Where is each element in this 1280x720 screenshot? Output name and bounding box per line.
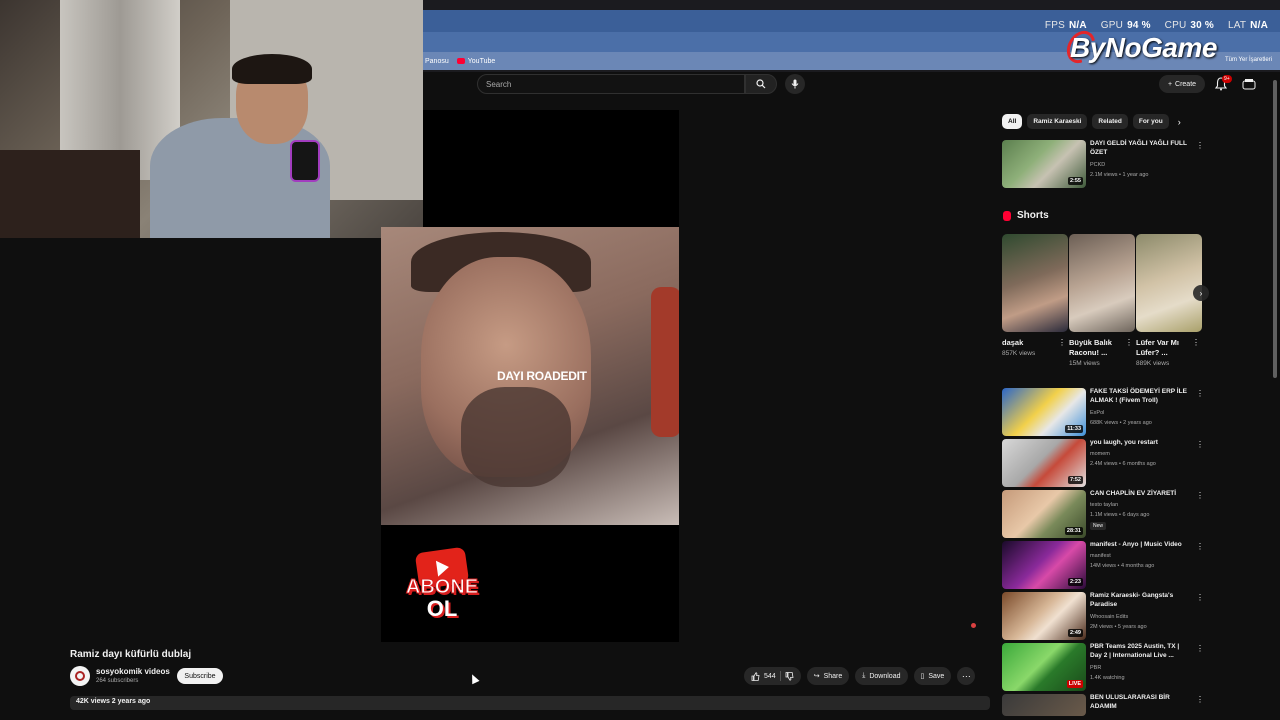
more-actions-icon[interactable]: ⋯ — [957, 667, 976, 685]
channel-logo-icon — [75, 671, 85, 681]
list-item[interactable]: BEN ULUSLARARASI BİR ADAMIM ⋮ — [1002, 694, 1204, 716]
create-button[interactable]: + Create — [1159, 75, 1205, 93]
video-player-top[interactable] — [423, 110, 679, 227]
share-button[interactable]: ↪ Share — [806, 667, 850, 685]
filter-chips: All Ramiz Karaeski Related For you › — [1002, 114, 1181, 129]
more-options-icon[interactable]: ⋮ — [1196, 542, 1204, 551]
video-thumbnail[interactable]: 2:23 — [1002, 541, 1086, 589]
shorts-icon — [1003, 210, 1011, 221]
description-box[interactable]: 42K views 2 years ago — [70, 696, 990, 710]
video-thumbnail[interactable]: 2:49 — [1002, 592, 1086, 640]
list-item[interactable]: 2:55 DAYI GELDİ YAĞLI YAĞLI FULL ÖZET PC… — [1002, 140, 1204, 188]
list-item[interactable]: LIVE PBR Teams 2025 Austin, TX | Day 2 |… — [1002, 643, 1204, 691]
chevron-right-icon[interactable]: › — [1193, 285, 1209, 301]
chip-ramiz-karaeski[interactable]: Ramiz Karaeski — [1027, 114, 1088, 129]
video-thumbnail[interactable]: 28:31 — [1002, 490, 1086, 538]
plus-icon: + — [1167, 80, 1173, 88]
save-button[interactable]: ▯ Save — [913, 667, 952, 685]
performance-overlay: FPS N/A GPU 94 % CPU 30 % LAT N/A — [1045, 20, 1268, 31]
bookmark-youtube[interactable]: YouTube — [456, 58, 495, 65]
video-player[interactable]: DAYI ROADEDIT — [381, 227, 679, 525]
short-thumbnail[interactable] — [1069, 234, 1135, 332]
video-watermark: DAYI ROADEDIT — [497, 369, 587, 383]
like-button[interactable]: 544 — [751, 671, 776, 681]
gpu-readout: GPU 94 % — [1100, 20, 1151, 31]
subscriber-count: 264 subscribers — [96, 678, 139, 684]
lat-readout: LAT N/A — [1227, 20, 1268, 31]
notification-badge: 9+ — [1222, 75, 1232, 83]
list-item[interactable]: 2:23 manifest - Anyo | Music Video manif… — [1002, 541, 1204, 589]
new-badge: New — [1090, 522, 1107, 530]
more-options-icon[interactable]: ⋮ — [1196, 644, 1204, 653]
chip-for-you[interactable]: For you — [1132, 114, 1169, 129]
short-item[interactable]: daşak 857K views ⋮ — [1002, 234, 1068, 357]
mouse-cursor-icon — [468, 672, 480, 685]
list-item[interactable]: 28:31 CAN CHAPLİN EV ZİYARETİ testo tayl… — [1002, 490, 1204, 538]
microphone — [290, 140, 320, 182]
video-thumbnail[interactable]: 2:55 — [1002, 140, 1086, 188]
video-thumbnail[interactable]: 11:33 — [1002, 388, 1086, 436]
video-thumbnail[interactable]: LIVE — [1002, 643, 1086, 691]
more-options-icon[interactable]: ⋮ — [1196, 491, 1204, 500]
all-bookmarks[interactable]: Tüm Yer İşaretleri — [1225, 57, 1272, 63]
list-item[interactable]: 2:49 Ramiz Karaeski- Gangsta's Paradise … — [1002, 592, 1204, 640]
webcam-feed — [0, 0, 423, 238]
video-actions: 544 ↪ Share ⤓ Download ▯ Save ⋯ — [744, 667, 976, 685]
short-item[interactable]: Lüfer Var Mı Lüfer? ... 889K views ⋮ — [1136, 234, 1202, 367]
youtube-icon — [456, 58, 465, 64]
fps-readout: FPS N/A — [1044, 20, 1087, 31]
bookmark-item[interactable]: Panosu — [425, 58, 449, 65]
search-icon — [756, 79, 766, 89]
video-title: Ramiz dayı küfürlü dublaj — [70, 649, 192, 660]
short-item[interactable]: Büyük Balık Raconu! ... 15M views ⋮ — [1069, 234, 1135, 367]
more-options-icon[interactable]: ⋮ — [1125, 338, 1133, 347]
video-frame-background — [651, 287, 679, 437]
search-button[interactable] — [745, 74, 777, 94]
page-scrollbar[interactable] — [1273, 80, 1277, 378]
search-input[interactable]: Search — [477, 74, 745, 94]
video-thumbnail[interactable]: 7:52 — [1002, 439, 1086, 487]
thumbs-up-icon — [751, 671, 760, 681]
more-options-icon[interactable]: ⋮ — [1058, 338, 1066, 347]
more-options-icon[interactable]: ⋮ — [1192, 338, 1200, 347]
more-options-icon[interactable]: ⋮ — [1196, 141, 1204, 150]
share-icon: ↪ — [813, 673, 820, 680]
subscribe-sticker: ABONE OL — [405, 546, 479, 626]
avatar-icon[interactable] — [1242, 78, 1256, 90]
channel-avatar[interactable] — [70, 666, 90, 686]
chip-related[interactable]: Related — [1092, 114, 1128, 129]
download-button[interactable]: ⤓ Download — [855, 667, 908, 685]
list-item[interactable]: 11:33 FAKE TAKSİ ÖDEMEYİ ERP İLE ALMAK !… — [1002, 388, 1204, 436]
thumbs-down-icon[interactable] — [785, 671, 794, 681]
chevron-right-icon[interactable]: › — [1178, 117, 1181, 127]
chip-all[interactable]: All — [1002, 114, 1023, 129]
brand-watermark: ByNoGame — [1070, 32, 1217, 63]
webcam-person-hair — [232, 54, 312, 84]
short-thumbnail[interactable] — [1002, 234, 1068, 332]
channel-name[interactable]: sosyokomik videos — [96, 667, 170, 676]
bookmark-icon: ▯ — [920, 673, 925, 680]
video-frame-beard — [461, 387, 571, 487]
microphone-icon — [791, 79, 799, 89]
cpu-readout: CPU 30 % — [1164, 20, 1214, 31]
more-options-icon[interactable]: ⋮ — [1196, 389, 1204, 398]
download-icon: ⤓ — [862, 672, 866, 679]
video-thumbnail[interactable] — [1002, 694, 1086, 716]
more-options-icon[interactable]: ⋮ — [1196, 695, 1204, 704]
like-dislike-group: 544 — [744, 667, 801, 685]
indicator-dot — [971, 623, 976, 628]
more-options-icon[interactable]: ⋮ — [1196, 440, 1204, 449]
list-item[interactable]: 7:52 you laugh, you restart momem 2.4M v… — [1002, 439, 1204, 487]
webcam-furniture — [0, 150, 140, 238]
voice-search-button[interactable] — [785, 74, 805, 94]
shorts-heading: Shorts — [1003, 210, 1049, 221]
short-thumbnail[interactable] — [1136, 234, 1202, 332]
like-separator — [779, 671, 781, 681]
more-options-icon[interactable]: ⋮ — [1196, 593, 1204, 602]
subscribe-button[interactable]: Subscribe — [177, 668, 223, 684]
